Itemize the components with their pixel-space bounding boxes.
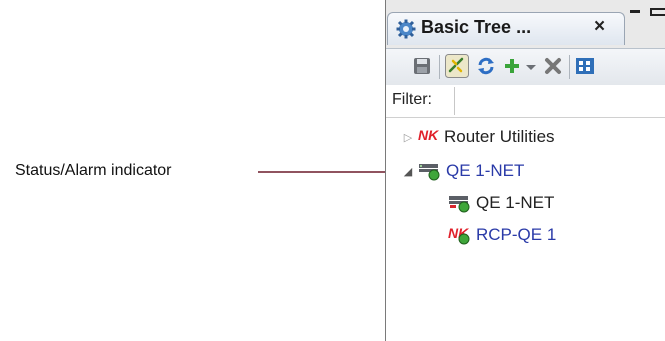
view-toolbar xyxy=(386,48,665,86)
tree-item-qe1-net[interactable]: ◢ QE 1-NET xyxy=(402,158,524,184)
device-status-icon xyxy=(419,164,440,181)
refresh-icon[interactable] xyxy=(476,56,496,76)
maximize-view-button[interactable] xyxy=(650,8,665,16)
dropdown-icon[interactable] xyxy=(524,56,538,76)
tree-item-qe1-net-child[interactable]: QE 1-NET xyxy=(448,190,554,216)
minimize-view-button[interactable] xyxy=(630,10,640,13)
tree-item-rcp-qe1[interactable]: NK RCP-QE 1 xyxy=(448,222,556,248)
save-icon[interactable] xyxy=(412,56,432,76)
tree-item-router-utilities[interactable]: ▷ NK Router Utilities xyxy=(402,124,555,150)
grid-icon[interactable] xyxy=(575,56,595,76)
nk-status-icon: NK xyxy=(448,225,472,245)
tab-title: Basic Tree ... xyxy=(421,17,532,37)
tree-item-label: Router Utilities xyxy=(444,127,555,146)
nk-badge-text: NK xyxy=(418,127,439,143)
collapse-arrow-icon[interactable]: ◢ xyxy=(402,165,414,178)
status-dot-icon xyxy=(458,233,470,245)
tree-item-label: QE 1-NET xyxy=(446,161,525,180)
filter-row: Filter: xyxy=(386,85,665,118)
tree-item-label: QE 1-NET xyxy=(476,193,555,212)
gear-icon xyxy=(396,19,416,39)
status-alarm-annotation-label: Status/Alarm indicator xyxy=(15,162,172,179)
add-icon[interactable] xyxy=(502,56,522,76)
expand-arrow-icon[interactable]: ▷ xyxy=(402,131,414,144)
toolbar-separator xyxy=(439,55,440,79)
toolbar-separator xyxy=(569,55,570,79)
delete-icon[interactable] xyxy=(543,56,563,76)
tab-basic-tree[interactable]: Basic Tree ... × xyxy=(387,12,625,45)
tab-close-button[interactable]: × xyxy=(594,16,605,38)
resource-tree: ▷ NK Router Utilities ◢ QE 1-NET QE 1-NE… xyxy=(386,118,665,341)
device-status-icon xyxy=(449,196,470,213)
filter-label: Filter: xyxy=(392,91,432,108)
tree-item-label: RCP-QE 1 xyxy=(476,225,557,244)
filter-input[interactable] xyxy=(454,87,665,115)
nk-badge-icon: NK xyxy=(418,127,440,147)
link-icon[interactable] xyxy=(445,54,469,78)
